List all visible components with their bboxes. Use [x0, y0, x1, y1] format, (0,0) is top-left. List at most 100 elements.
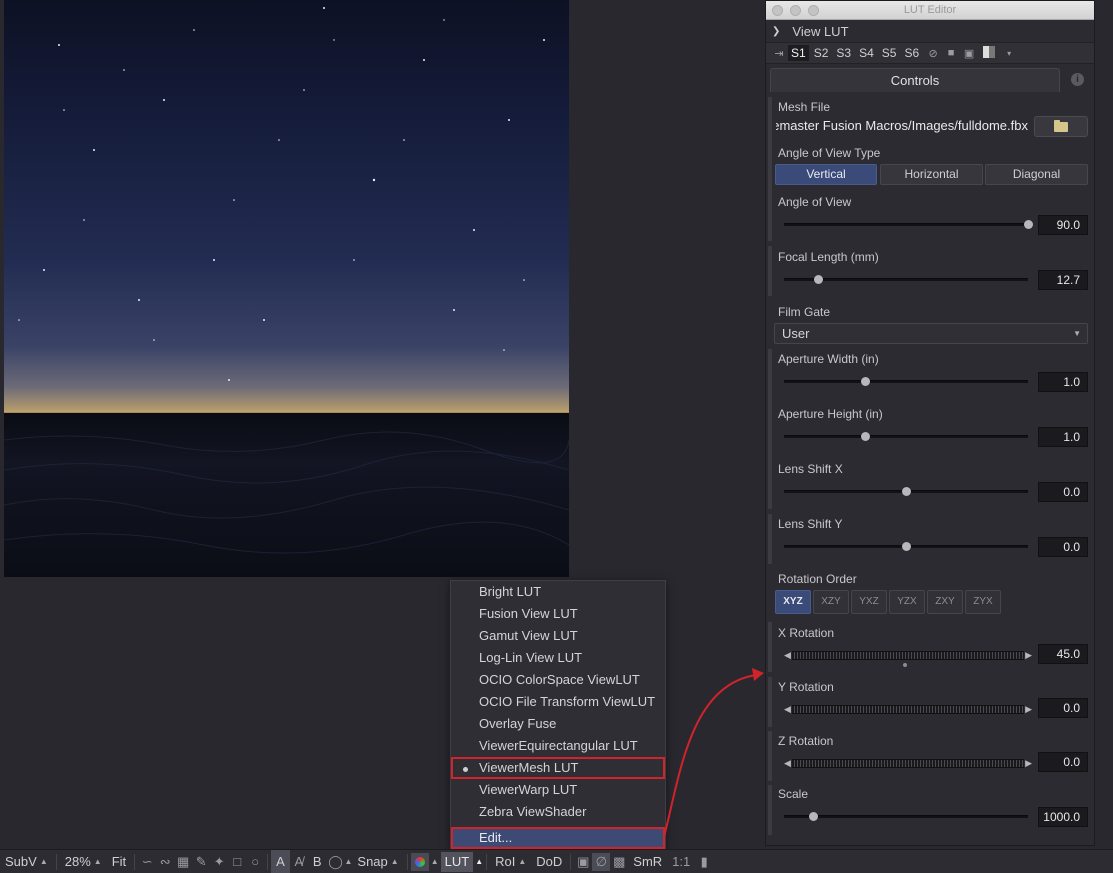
decrement-arrow-icon[interactable]: ◀: [784, 650, 791, 661]
histogram-icon[interactable]: ▮: [695, 853, 713, 871]
decrement-arrow-icon[interactable]: ◀: [784, 758, 791, 769]
viewer-image[interactable]: [4, 0, 569, 577]
focal-length-value[interactable]: 12.7: [1038, 270, 1088, 290]
scale-slider[interactable]: [784, 812, 1028, 821]
menu-item-fusion-view-lut[interactable]: Fusion View LUT: [451, 603, 665, 625]
rotation-order-yxz[interactable]: YXZ: [851, 590, 887, 614]
buffer-a-button[interactable]: A: [271, 850, 290, 873]
aov-type-horizontal-button[interactable]: Horizontal: [880, 164, 983, 185]
lut-button[interactable]: LUT: [440, 851, 474, 872]
increment-arrow-icon[interactable]: ▶: [1025, 650, 1032, 661]
disable-icon[interactable]: ⊘: [924, 47, 942, 60]
slider-knob[interactable]: [902, 542, 911, 551]
slot-s2[interactable]: S2: [811, 45, 832, 61]
pin-icon[interactable]: ⇥: [770, 47, 788, 60]
menu-item-viewerwarp-lut[interactable]: ViewerWarp LUT: [451, 779, 665, 801]
snap-button[interactable]: Snap ▲: [352, 850, 403, 873]
lens-shift-x-value[interactable]: 0.0: [1038, 482, 1088, 502]
rectangle-icon[interactable]: □: [228, 853, 246, 871]
y-rotation-value[interactable]: 0.0: [1038, 698, 1088, 718]
close-window-button[interactable]: [772, 5, 783, 16]
fit-button[interactable]: Fit: [107, 850, 131, 873]
rotation-order-yzx[interactable]: YZX: [889, 590, 925, 614]
polyline-icon[interactable]: ∽: [138, 853, 156, 871]
slot-s1[interactable]: S1: [788, 45, 809, 61]
lock-icon[interactable]: ■: [942, 47, 960, 59]
ellipse-icon[interactable]: ○: [246, 853, 264, 871]
x-rotation-value[interactable]: 45.0: [1038, 644, 1088, 664]
save-icon[interactable]: ▣: [960, 47, 978, 60]
menu-item-zebra-viewshader[interactable]: Zebra ViewShader: [451, 801, 665, 823]
brush-icon[interactable]: ✎: [192, 853, 210, 871]
increment-arrow-icon[interactable]: ▶: [1025, 704, 1032, 715]
slider-knob[interactable]: [1024, 220, 1033, 229]
bspline-icon[interactable]: ∾: [156, 853, 174, 871]
ratio-button[interactable]: 1:1: [667, 850, 695, 873]
aperture-height-slider[interactable]: [784, 432, 1028, 441]
slot-s6[interactable]: S6: [901, 45, 922, 61]
mesh-file-field[interactable]: emaster Fusion Macros/Images/fulldome.fb…: [776, 117, 1028, 137]
editor-titlebar[interactable]: LUT Editor: [766, 1, 1094, 20]
slider-knob[interactable]: [814, 275, 824, 284]
increment-arrow-icon[interactable]: ▶: [1025, 758, 1032, 769]
decrement-arrow-icon[interactable]: ◀: [784, 704, 791, 715]
checker-icon[interactable]: ▩: [610, 853, 628, 871]
dod-button[interactable]: DoD: [531, 850, 567, 873]
tab-controls[interactable]: Controls: [770, 68, 1060, 92]
chevron-down-icon[interactable]: ❯: [772, 26, 780, 37]
color-swatch-icon[interactable]: [978, 45, 1000, 61]
wand-icon[interactable]: ✦: [210, 853, 228, 871]
x-rotation-dial[interactable]: ◀ ▶: [784, 650, 1032, 661]
menu-item-gamut-view-lut[interactable]: Gamut View LUT: [451, 625, 665, 647]
roi-button[interactable]: RoI ▲: [490, 850, 531, 873]
aov-type-vertical-button[interactable]: Vertical: [775, 164, 877, 185]
slot-s5[interactable]: S5: [879, 45, 900, 61]
aperture-width-value[interactable]: 1.0: [1038, 372, 1088, 392]
lens-shift-y-slider[interactable]: [784, 542, 1028, 551]
lens-shift-x-slider[interactable]: [784, 487, 1028, 496]
buffer-b-button[interactable]: B: [308, 850, 327, 873]
color-channel-icon[interactable]: [410, 852, 429, 871]
smr-button[interactable]: SmR: [628, 850, 667, 873]
rotation-order-xzy[interactable]: XZY: [813, 590, 849, 614]
aperture-width-slider[interactable]: [784, 377, 1028, 386]
view-lut-section-header[interactable]: ❯ View LUT: [766, 20, 1094, 42]
lock-icon[interactable]: ▣: [574, 853, 592, 871]
slider-knob[interactable]: [860, 377, 870, 386]
lens-shift-y-value[interactable]: 0.0: [1038, 537, 1088, 557]
z-rotation-value[interactable]: 0.0: [1038, 752, 1088, 772]
scale-value[interactable]: 1000.0: [1038, 807, 1088, 827]
info-icon[interactable]: i: [1071, 73, 1084, 86]
ab-compare-icon[interactable]: A̸: [290, 853, 308, 871]
focal-length-slider[interactable]: [784, 275, 1028, 284]
slider-knob[interactable]: [902, 487, 911, 496]
angle-of-view-slider[interactable]: [784, 220, 1033, 229]
menu-item-viewermesh-lut[interactable]: ViewerMesh LUT: [451, 757, 665, 779]
slot-s3[interactable]: S3: [833, 45, 854, 61]
film-gate-select[interactable]: User ▼: [774, 323, 1088, 344]
menu-item-bright-lut[interactable]: Bright LUT: [451, 581, 665, 603]
menu-item-overlay-fuse[interactable]: Overlay Fuse: [451, 713, 665, 735]
stereo-glasses-icon[interactable]: ◯: [326, 853, 344, 871]
y-rotation-dial[interactable]: ◀ ▶: [784, 704, 1032, 715]
z-rotation-dial[interactable]: ◀ ▶: [784, 758, 1032, 769]
subview-button[interactable]: SubV ▲: [0, 850, 53, 873]
menu-item-log-lin-view-lut[interactable]: Log-Lin View LUT: [451, 647, 665, 669]
rotation-order-zyx[interactable]: ZYX: [965, 590, 1001, 614]
rotation-order-zxy[interactable]: ZXY: [927, 590, 963, 614]
aov-type-diagonal-button[interactable]: Diagonal: [985, 164, 1088, 185]
aperture-height-value[interactable]: 1.0: [1038, 427, 1088, 447]
browse-button[interactable]: [1034, 116, 1088, 137]
menu-item-viewer-equirectangular-lut[interactable]: ViewerEquirectangular LUT: [451, 735, 665, 757]
menu-item-ocio-colorspace-viewlut[interactable]: OCIO ColorSpace ViewLUT: [451, 669, 665, 691]
menu-item-ocio-file-transform-viewlut[interactable]: OCIO File Transform ViewLUT: [451, 691, 665, 713]
disable-icon[interactable]: ∅: [592, 852, 611, 871]
slider-knob[interactable]: [860, 432, 870, 441]
menu-item-edit[interactable]: Edit...: [451, 827, 665, 849]
minimize-window-button[interactable]: [790, 5, 801, 16]
slot-s4[interactable]: S4: [856, 45, 877, 61]
angle-of-view-value[interactable]: 90.0: [1038, 215, 1088, 235]
zoom-button[interactable]: 28% ▲: [60, 850, 107, 873]
slider-knob[interactable]: [809, 812, 819, 821]
zoom-window-button[interactable]: [808, 5, 819, 16]
